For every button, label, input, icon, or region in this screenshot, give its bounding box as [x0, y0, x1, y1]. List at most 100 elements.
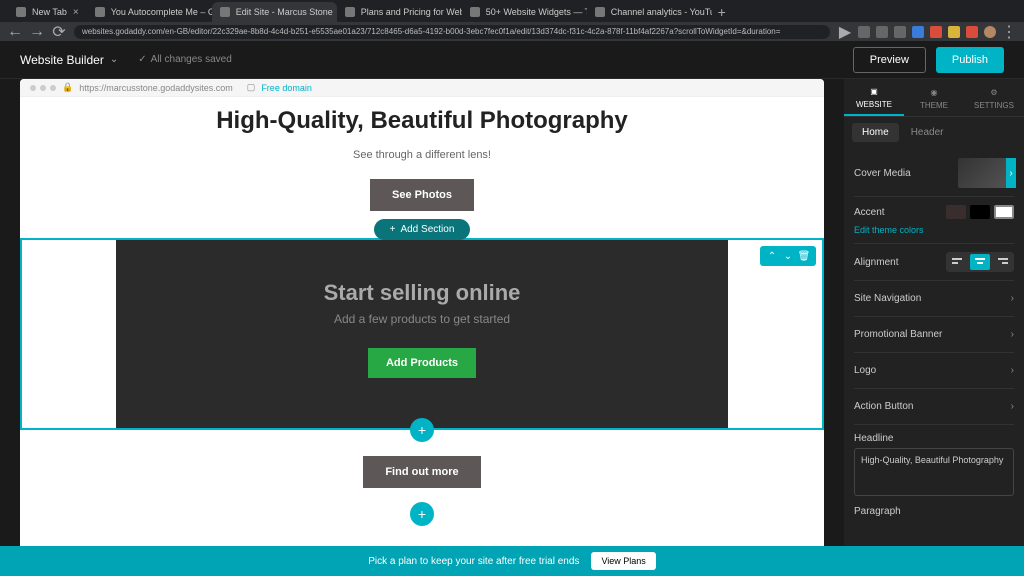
alignment-row: Alignment: [854, 244, 1014, 281]
subtab-header[interactable]: Header: [901, 123, 954, 142]
headline-label: Headline: [854, 433, 1014, 444]
ext-icon[interactable]: [930, 26, 942, 38]
publish-button[interactable]: Publish: [936, 47, 1004, 73]
website-builder-dropdown[interactable]: Website Builder ⌄: [20, 53, 118, 67]
site-content: High-Quality, Beautiful Photography See …: [20, 97, 824, 576]
chevron-down-icon: ⌄: [110, 54, 118, 65]
align-center-button[interactable]: [970, 254, 990, 270]
tab-settings[interactable]: ⚙ SETTINGS: [964, 79, 1024, 116]
section-subtitle[interactable]: Add a few products to get started: [136, 312, 708, 326]
section-title[interactable]: Start selling online: [136, 280, 708, 306]
action-button-item[interactable]: Action Button›: [854, 389, 1014, 425]
ext-icon[interactable]: [966, 26, 978, 38]
cover-media-thumbnail[interactable]: [958, 158, 1014, 188]
profile-avatar[interactable]: [984, 26, 996, 38]
add-section-button[interactable]: +Add Section: [374, 219, 471, 240]
theme-icon: ◉: [927, 85, 941, 99]
save-status: ✓ All changes saved: [138, 54, 232, 65]
accent-row: Accent Edit theme colors: [854, 197, 1014, 244]
tab-favicon: [220, 7, 230, 17]
ext-icon[interactable]: [876, 26, 888, 38]
tab-favicon: [16, 7, 26, 17]
tab-favicon: [470, 7, 480, 17]
browser-tab[interactable]: Edit Site - Marcus Stone×: [212, 2, 337, 22]
align-left-button[interactable]: [948, 254, 968, 270]
panel-tabs: ▣ WEBSITE ◉ THEME ⚙ SETTINGS: [844, 79, 1024, 117]
accent-swatch[interactable]: [994, 205, 1014, 219]
preview-url-bar: 🔒 https://marcusstone.godaddysites.com ▢…: [20, 79, 824, 97]
extension-icons: ▶ ⋮: [838, 25, 1016, 39]
check-icon: ✓: [138, 54, 146, 65]
promotional-banner-item[interactable]: Promotional Banner›: [854, 317, 1014, 353]
browser-tab[interactable]: Plans and Pricing for Website Bu×: [337, 2, 462, 22]
menu-icon[interactable]: ⋮: [1002, 25, 1016, 39]
right-panel: ▣ WEBSITE ◉ THEME ⚙ SETTINGS Home Header…: [844, 79, 1024, 576]
panel-subtabs: Home Header: [844, 117, 1024, 142]
reload-button[interactable]: ⟳: [52, 25, 66, 39]
chevron-right-icon: ›: [1011, 401, 1014, 412]
accent-swatch[interactable]: [946, 205, 966, 219]
new-tab-button[interactable]: +: [712, 2, 732, 22]
add-section-circle[interactable]: +: [410, 418, 434, 442]
edit-theme-colors-link[interactable]: Edit theme colors: [854, 225, 1014, 235]
hero-section[interactable]: High-Quality, Beautiful Photography See …: [20, 97, 824, 252]
browser-tab[interactable]: 50+ Website Widgets — To Gro×: [462, 2, 587, 22]
browser-tab[interactable]: New Tab×: [8, 2, 87, 22]
url-input[interactable]: websites.godaddy.com/en-GB/editor/22c329…: [74, 25, 830, 39]
builder-header: Website Builder ⌄ ✓ All changes saved Pr…: [0, 41, 1024, 79]
accent-swatch[interactable]: [970, 205, 990, 219]
free-domain-link[interactable]: Free domain: [261, 83, 312, 93]
headline-input[interactable]: High-Quality, Beautiful Photography: [854, 448, 1014, 496]
subtab-home[interactable]: Home: [852, 123, 899, 142]
delete-section-button[interactable]: 🗑: [797, 249, 811, 263]
gear-icon: ⚙: [987, 85, 1001, 99]
browser-tab-bar: New Tab× You Autocomplete Me – Googl× Ed…: [0, 0, 1024, 22]
tab-theme[interactable]: ◉ THEME: [904, 79, 964, 116]
online-store-section[interactable]: ⌃ ⌄ 🗑 Start selling online Add a few pro…: [20, 238, 824, 430]
chevron-right-icon: ›: [1011, 365, 1014, 376]
move-up-button[interactable]: ⌃: [765, 249, 779, 263]
section-controls: ⌃ ⌄ 🗑: [760, 246, 816, 266]
preview-button[interactable]: Preview: [853, 47, 926, 73]
add-products-button[interactable]: Add Products: [368, 348, 476, 378]
back-button[interactable]: ←: [8, 25, 22, 39]
tab-favicon: [95, 7, 105, 17]
play-icon[interactable]: ▶: [838, 25, 852, 39]
add-section-circle[interactable]: +: [410, 502, 434, 526]
main-layout: 🔒 https://marcusstone.godaddysites.com ▢…: [0, 79, 1024, 576]
banner-text: Pick a plan to keep your site after free…: [368, 556, 579, 567]
preview-url: https://marcusstone.godaddysites.com: [79, 83, 233, 93]
ext-icon[interactable]: [948, 26, 960, 38]
chevron-right-icon: ›: [1011, 329, 1014, 340]
plus-icon: +: [390, 224, 396, 235]
paragraph-label: Paragraph: [854, 506, 1014, 517]
browser-tab[interactable]: Channel analytics - YouTube Stu×: [587, 2, 712, 22]
ext-icon[interactable]: [894, 26, 906, 38]
tab-favicon: [595, 7, 605, 17]
hero-subtitle[interactable]: See through a different lens!: [20, 149, 824, 161]
panel-body: Cover Media Accent Edit theme colors Ali…: [844, 142, 1024, 576]
find-out-more-button[interactable]: Find out more: [363, 456, 480, 488]
trial-banner: Pick a plan to keep your site after free…: [0, 546, 1024, 576]
align-right-button[interactable]: [992, 254, 1012, 270]
tab-website[interactable]: ▣ WEBSITE: [844, 79, 904, 116]
site-preview-frame: 🔒 https://marcusstone.godaddysites.com ▢…: [20, 79, 824, 576]
ext-icon[interactable]: [858, 26, 870, 38]
logo-item[interactable]: Logo›: [854, 353, 1014, 389]
site-navigation-item[interactable]: Site Navigation›: [854, 281, 1014, 317]
hero-title[interactable]: High-Quality, Beautiful Photography: [20, 107, 824, 135]
address-bar: ← → ⟳ websites.godaddy.com/en-GB/editor/…: [0, 22, 1024, 41]
view-plans-button[interactable]: View Plans: [591, 552, 655, 570]
move-down-button[interactable]: ⌄: [781, 249, 795, 263]
tag-icon: ▢: [247, 82, 256, 93]
see-photos-button[interactable]: See Photos: [370, 179, 474, 211]
forward-button[interactable]: →: [30, 25, 44, 39]
browser-chrome: New Tab× You Autocomplete Me – Googl× Ed…: [0, 0, 1024, 41]
canvas-area: 🔒 https://marcusstone.godaddysites.com ▢…: [0, 79, 844, 576]
cover-media-row[interactable]: Cover Media: [854, 150, 1014, 197]
browser-tab[interactable]: You Autocomplete Me – Googl×: [87, 2, 212, 22]
ext-icon[interactable]: [912, 26, 924, 38]
tab-favicon: [345, 7, 355, 17]
close-icon[interactable]: ×: [73, 7, 79, 18]
lock-icon: 🔒: [62, 82, 73, 93]
